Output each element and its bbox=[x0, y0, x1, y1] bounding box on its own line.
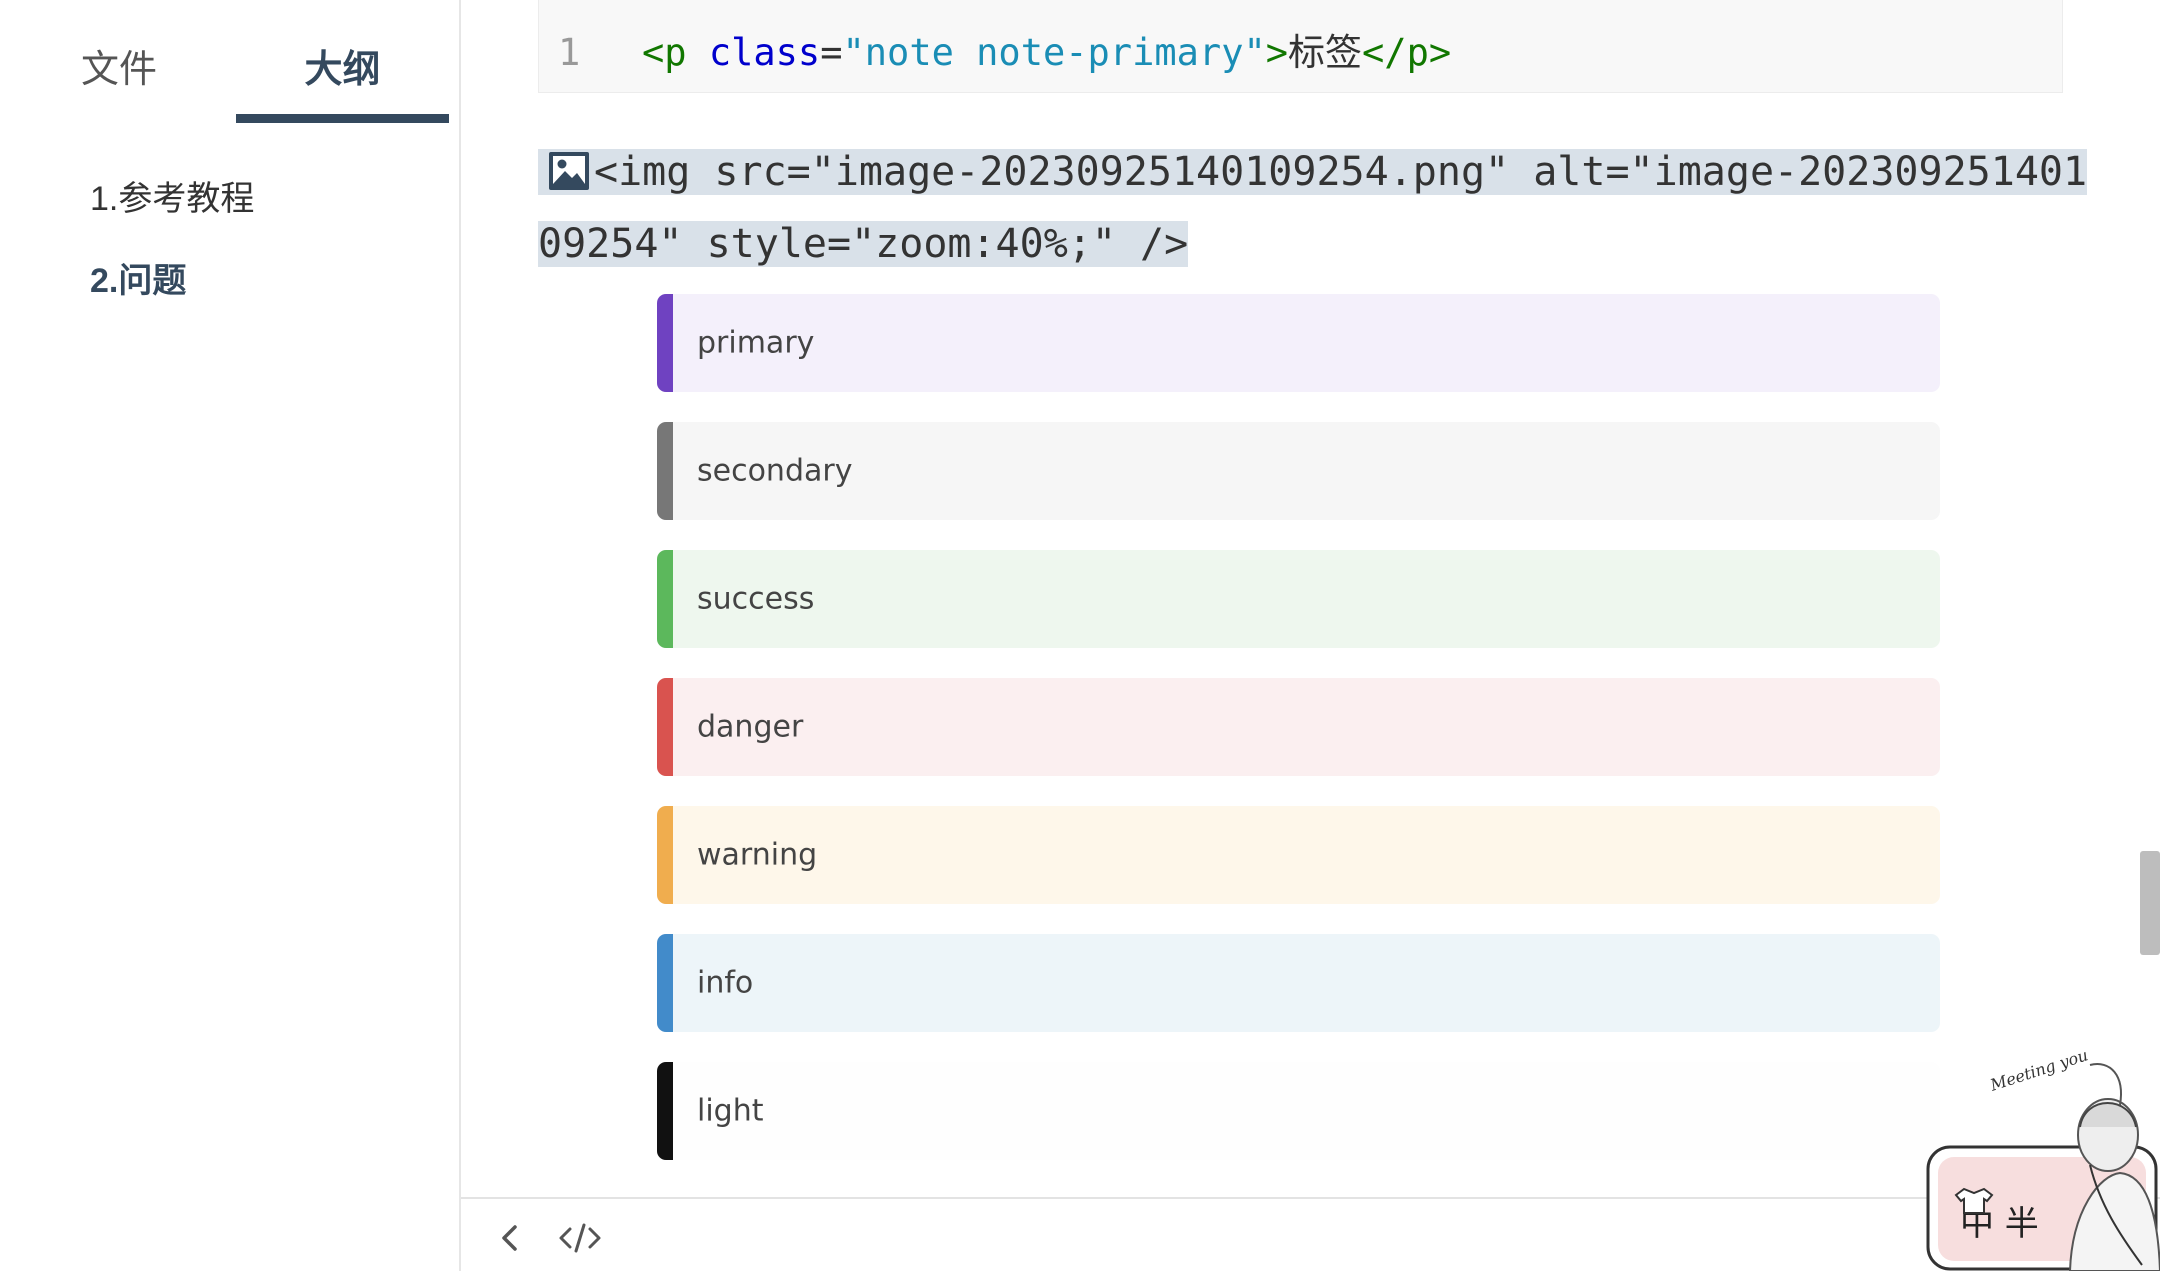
note-label: info bbox=[697, 965, 754, 1001]
note-label: light bbox=[697, 1093, 764, 1129]
chevron-left-icon[interactable] bbox=[489, 1217, 531, 1259]
note-list: primary secondary success danger warning… bbox=[657, 294, 1940, 1190]
code-icon[interactable] bbox=[557, 1217, 603, 1259]
tab-files[interactable]: 文件 bbox=[60, 40, 178, 100]
note-label: success bbox=[697, 581, 815, 617]
image-source-text: <img src="image-20230925140109254.png" a… bbox=[538, 149, 2088, 267]
note-info: info bbox=[657, 934, 1940, 1032]
note-label: secondary bbox=[697, 453, 853, 489]
outline-list: 1.参考教程 2.问题 bbox=[90, 158, 254, 322]
code-token-end-tag: </p> bbox=[1362, 31, 1452, 74]
note-light: light bbox=[657, 1062, 1940, 1160]
code-token-string: "note note-primary" bbox=[842, 31, 1266, 74]
code-line: 1 <p class="note note-primary">标签</p> bbox=[558, 22, 1451, 76]
image-icon bbox=[549, 152, 589, 190]
note-label: warning bbox=[697, 837, 818, 873]
code-token-close-open: > bbox=[1265, 31, 1289, 74]
mascot-graphic: Meeting you 中 半 bbox=[1926, 1045, 2160, 1272]
line-number: 1 bbox=[558, 31, 581, 74]
note-success: success bbox=[657, 550, 1940, 648]
note-primary: primary bbox=[657, 294, 1940, 392]
note-label: danger bbox=[697, 709, 804, 745]
editor-area[interactable]: 1 <p class="note note-primary">标签</p> <im… bbox=[461, 0, 2160, 1197]
code-token-text: 标签 bbox=[1288, 31, 1363, 74]
scrollbar-thumb[interactable] bbox=[2140, 851, 2160, 955]
sidebar: 文件 大纲 1.参考教程 2.问题 bbox=[0, 0, 461, 1271]
status-bar bbox=[461, 1197, 2160, 1273]
image-source-line[interactable]: <img src="image-20230925140109254.png" a… bbox=[538, 136, 2088, 280]
note-warning: warning bbox=[657, 806, 1940, 904]
outline-item-reference[interactable]: 1.参考教程 bbox=[90, 158, 254, 240]
mascot-greeting: Meeting you bbox=[1987, 1045, 2090, 1095]
outline-item-problem[interactable]: 2.问题 bbox=[90, 240, 254, 322]
sidebar-tabs: 文件 大纲 bbox=[0, 0, 459, 130]
note-label: primary bbox=[697, 325, 815, 361]
note-danger: danger bbox=[657, 678, 1940, 776]
code-token-open-tag: <p bbox=[642, 31, 709, 74]
tab-outline[interactable]: 大纲 bbox=[236, 40, 449, 100]
code-block[interactable]: 1 <p class="note note-primary">标签</p> bbox=[538, 0, 2063, 93]
active-tab-indicator bbox=[236, 114, 449, 123]
code-token-eq: = bbox=[820, 31, 843, 74]
girl-mascot-icon[interactable]: Meeting you 中 半 bbox=[1920, 1035, 2160, 1272]
code-token-attr: class bbox=[708, 31, 821, 74]
note-secondary: secondary bbox=[657, 422, 1940, 520]
